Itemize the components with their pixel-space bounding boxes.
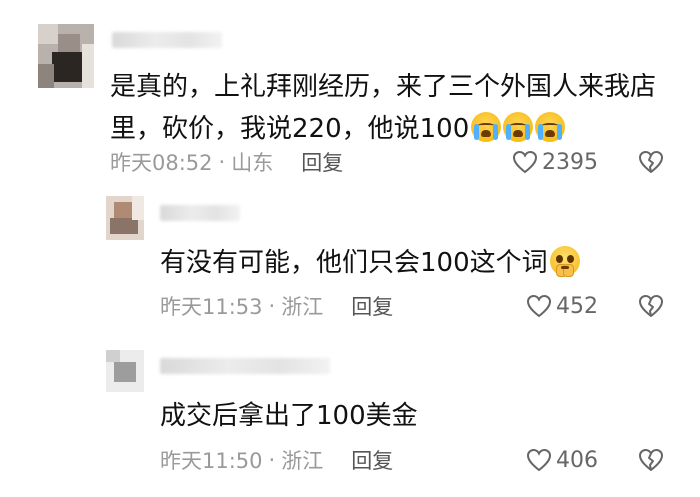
timestamp: 昨天11:50 — [160, 449, 263, 473]
heart-outline-icon — [526, 294, 552, 318]
location: 浙江 — [281, 295, 324, 319]
like-count: 2395 — [542, 149, 598, 175]
separator-dot: · — [268, 294, 276, 318]
comment-text: 有没有可能，他们只会100这个词 — [160, 242, 660, 284]
dislike-button[interactable] — [638, 291, 664, 321]
comment-meta: 昨天08:52 · 山东 回复 — [110, 147, 343, 177]
username-blurred[interactable] — [160, 205, 240, 221]
heart-outline-icon — [512, 150, 538, 174]
like-count: 452 — [556, 293, 598, 319]
avatar[interactable] — [106, 350, 144, 392]
like-button[interactable]: 2395 — [512, 147, 598, 177]
loudly-crying-face-icon — [535, 112, 566, 142]
location: 浙江 — [281, 449, 324, 473]
dislike-button[interactable] — [638, 445, 664, 475]
loudly-crying-face-icon — [471, 112, 502, 142]
timestamp: 昨天11:53 — [160, 295, 263, 319]
reply-button[interactable]: 回复 — [301, 147, 343, 177]
comment-text-line: 成交后拿出了100美金 — [160, 401, 418, 431]
separator-dot: · — [268, 448, 276, 472]
reply-button[interactable]: 回复 — [351, 445, 393, 475]
username-blurred[interactable] — [160, 358, 330, 374]
location: 山东 — [231, 151, 274, 175]
avatar[interactable] — [38, 24, 94, 88]
username-blurred[interactable] — [112, 32, 222, 48]
like-button[interactable]: 452 — [526, 291, 598, 321]
separator-dot: · — [218, 150, 226, 174]
comment-meta: 昨天11:50 · 浙江 回复 — [160, 445, 393, 475]
broken-heart-icon — [639, 449, 663, 471]
loudly-crying-face-icon — [503, 112, 534, 142]
comment-text-line: 是真的，上礼拜刚经历，来了三个外国人来我店 — [110, 72, 657, 102]
comment-text: 是真的，上礼拜刚经历，来了三个外国人来我店 里，砍价，我说220，他说100 — [110, 66, 680, 150]
comment-text: 成交后拿出了100美金 — [160, 395, 660, 437]
pleading-face-with-hands-icon — [549, 246, 580, 277]
like-count: 406 — [556, 447, 598, 473]
broken-heart-icon — [639, 295, 663, 317]
broken-heart-icon — [639, 151, 663, 173]
dislike-button[interactable] — [638, 147, 664, 177]
reply-button[interactable]: 回复 — [351, 291, 393, 321]
avatar[interactable] — [106, 196, 144, 240]
comment-text-line: 有没有可能，他们只会100这个词 — [160, 248, 548, 278]
comment-text-line: 里，砍价，我说220，他说100 — [110, 114, 470, 144]
like-button[interactable]: 406 — [526, 445, 598, 475]
timestamp: 昨天08:52 — [110, 151, 213, 175]
heart-outline-icon — [526, 448, 552, 472]
comment-meta: 昨天11:53 · 浙江 回复 — [160, 291, 393, 321]
